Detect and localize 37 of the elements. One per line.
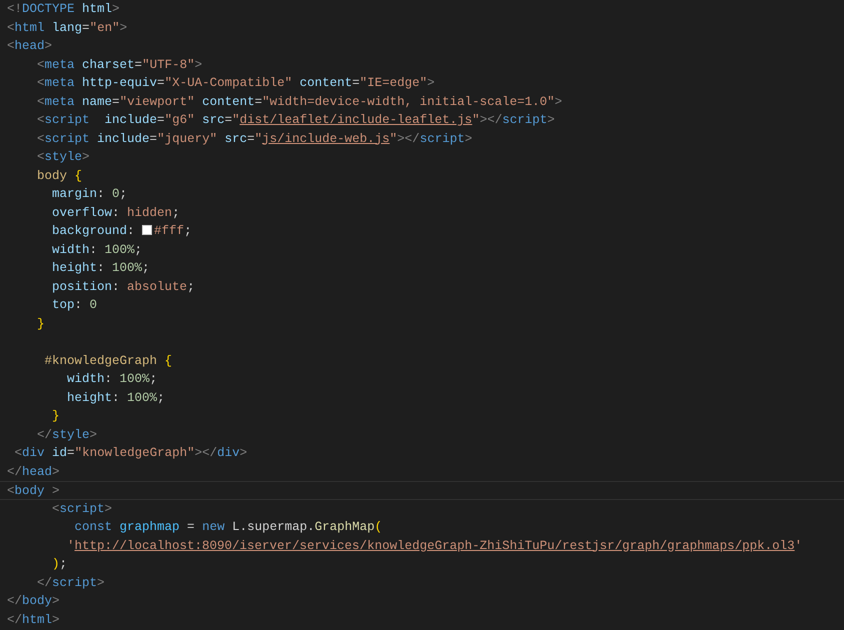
code-line: </script>: [36, 574, 106, 592]
code-line: );: [51, 556, 68, 573]
code-line: margin: 0;: [51, 186, 128, 203]
code-line: <div id="knowledgeGraph"></div>: [14, 445, 248, 462]
code-line: <!DOCTYPE html>: [7, 1, 121, 18]
code-line: </head>: [7, 464, 61, 480]
code-line: }: [51, 408, 61, 425]
code-line: const graphmap = new L.supermap.GraphMap(: [74, 519, 384, 536]
code-line: overflow: hidden;: [51, 204, 181, 222]
code-line: <meta charset="UTF-8">: [36, 56, 204, 74]
code-line: <meta http-equiv="X-UA-Compatible" content="IE=edge">: [36, 75, 436, 92]
code-line: }: [36, 316, 46, 332]
code-line: width: 100%;: [66, 371, 158, 388]
code-line: width: 100%;: [51, 242, 144, 258]
file-link[interactable]: http://localhost:8090/iserver/services/knowledgeGraph-ZhiShiTuPu/restjsr/graph/graphmaps/ppk.ol3: [74, 538, 795, 552]
code-line: background: #fff;: [51, 223, 193, 240]
file-link[interactable]: dist/leaflet/include-leaflet.js: [240, 113, 472, 127]
code-line: <html lang="en">: [7, 20, 128, 36]
code-line: <style>: [36, 149, 91, 166]
code-line: body {: [36, 168, 84, 184]
code-line: <head>: [7, 38, 54, 55]
code-line: position: absolute;: [51, 278, 196, 296]
code-line: </style>: [36, 426, 98, 444]
code-line: height: 100%;: [51, 260, 151, 277]
file-link[interactable]: js/include-web.js: [262, 132, 390, 146]
code-line: <script>: [51, 500, 114, 518]
code-line: <body >: [0, 481, 844, 500]
code-line: height: 100%;: [66, 390, 166, 406]
code-line: </body>: [7, 593, 61, 610]
code-line: </html>: [7, 612, 61, 628]
code-line: #knowledgeGraph {: [44, 352, 174, 370]
color-swatch-icon[interactable]: [142, 225, 152, 235]
code-line: top: 0: [51, 297, 98, 314]
code-line: 'http://localhost:8090/iserver/services/knowledgeGraph-ZhiShiTuPu/restjsr/graph/graphmaps/ppk.ol3': [66, 538, 804, 554]
code-line: <meta name="viewport" content="width=device-width, initial-scale=1.0">: [36, 94, 564, 110]
code-line: <script include="jquery" src="js/include-web.js"></script>: [36, 130, 474, 148]
code-line: <script include="g6" src="dist/leaflet/include-leaflet.js"></script>: [36, 112, 556, 129]
